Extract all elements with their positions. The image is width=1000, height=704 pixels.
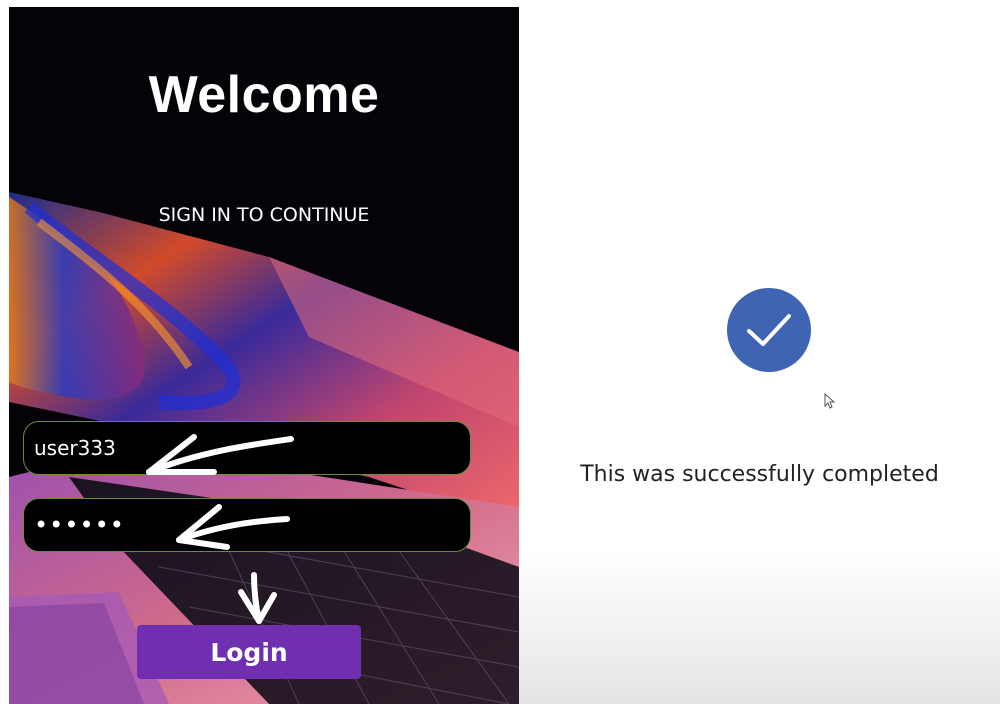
checkmark-icon [727,288,811,372]
login-button[interactable]: Login [137,625,361,679]
success-message: This was successfully completed [580,462,939,487]
success-panel: This was successfully completed [519,0,1000,704]
username-input[interactable] [34,422,454,474]
sign-in-subtitle: SIGN IN TO CONTINUE [158,204,370,226]
login-panel: Welcome SIGN IN TO CONTINUE Login [9,7,519,704]
password-field[interactable] [23,498,471,552]
welcome-title: Welcome [148,66,380,124]
password-input[interactable] [34,499,454,551]
mouse-cursor-icon [824,393,836,409]
username-field[interactable] [23,421,471,475]
